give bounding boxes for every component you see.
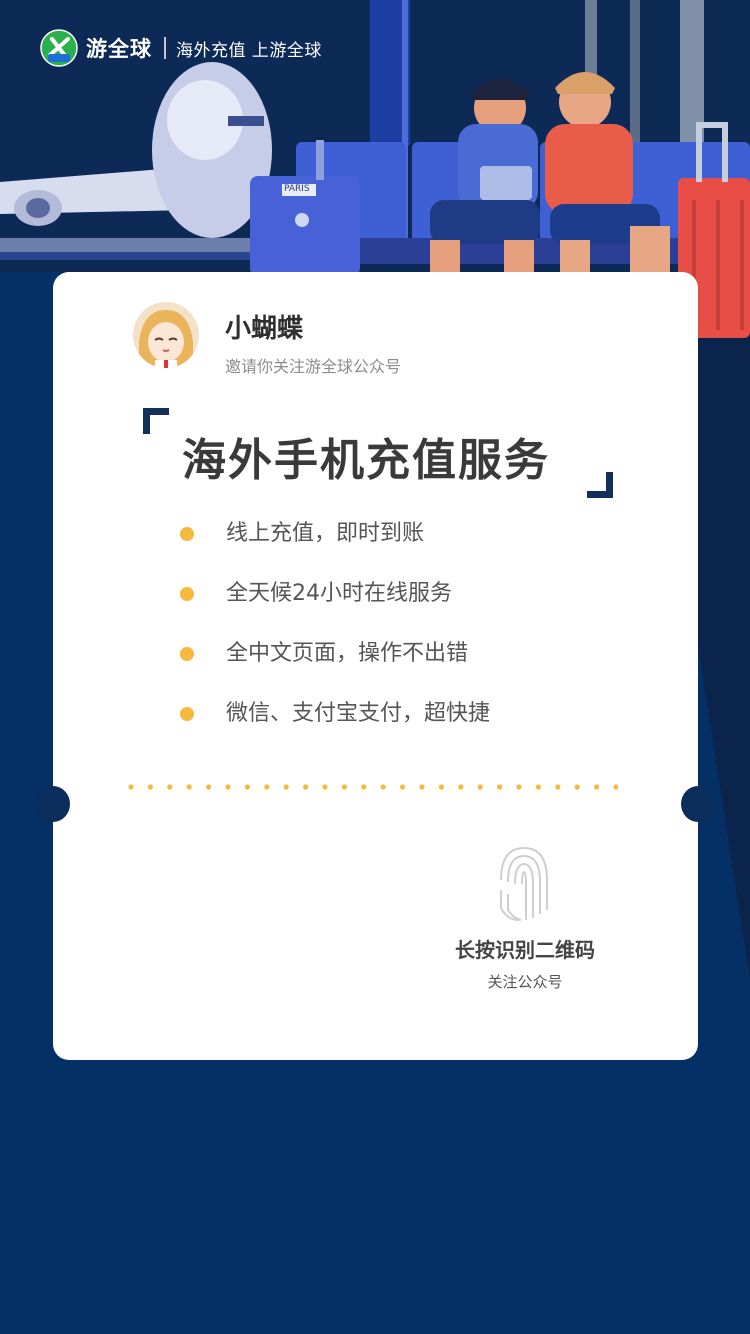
fingerprint-icon[interactable] [493,840,555,924]
divider-dot [419,784,425,790]
feature-item: 线上充值，即时到账 [180,516,490,576]
headline-bracket-open [143,408,169,434]
divider-dot [613,784,618,790]
feature-list: 线上充值，即时到账 全天候24小时在线服务 全中文页面，操作不出错 微信、支付宝… [180,516,490,756]
feature-item: 全天候24小时在线服务 [180,576,490,636]
divider-dot [322,784,328,790]
qr-subtext: 关注公众号 [487,973,563,991]
divider-dot [361,784,367,790]
divider-dot [167,784,173,790]
feature-item: 微信、支付宝支付，超快捷 [180,696,490,756]
headline-bracket-close [587,472,613,498]
brand-logo-icon [40,29,78,67]
divider-dot [594,784,600,790]
divider-dot [303,784,309,790]
divider-dot [206,784,212,790]
divider-dot [477,784,483,790]
card-notch-right [681,786,715,822]
brand-header: 游全球 海外充值 上游全球 [40,29,322,67]
divider-dot [458,784,464,790]
feature-label: 全天候24小时在线服务 [226,581,452,606]
avatar[interactable] [133,302,199,368]
bullet-dot-icon [180,587,194,601]
feature-label: 线上充值，即时到账 [226,521,425,546]
feature-label: 全中文页面，操作不出错 [226,641,469,666]
feature-label: 微信、支付宝支付，超快捷 [226,701,491,726]
bullet-dot-icon [180,647,194,661]
divider-dot [186,784,192,790]
feature-item: 全中文页面，操作不出错 [180,636,490,696]
user-name: 小蝴蝶 [225,314,304,344]
invite-text: 邀请你关注游全球公众号 [225,357,402,376]
divider-dot [438,784,444,790]
dotted-divider [128,784,618,790]
divider-dot [147,784,153,790]
divider-dot [555,784,561,790]
divider-dot [225,784,231,790]
divider-dot [341,784,347,790]
brand-divider [164,37,166,59]
qr-instruction: 长按识别二维码 [455,938,595,962]
brand-name: 游全球 [86,37,152,61]
luggage-tag: PARIS [284,184,310,194]
divider-dot [264,784,270,790]
card-notch-left [36,786,70,822]
divider-dot [244,784,250,790]
divider-dot [400,784,406,790]
divider-dot [283,784,289,790]
divider-dot [128,784,134,790]
bullet-dot-icon [180,707,194,721]
headline: 海外手机充值服务 [182,435,550,486]
brand-slogan: 海外充值 上游全球 [176,40,322,61]
divider-dot [497,784,503,790]
divider-dot [516,784,522,790]
divider-dot [574,784,580,790]
divider-dot [380,784,386,790]
divider-dot [535,784,541,790]
bullet-dot-icon [180,527,194,541]
